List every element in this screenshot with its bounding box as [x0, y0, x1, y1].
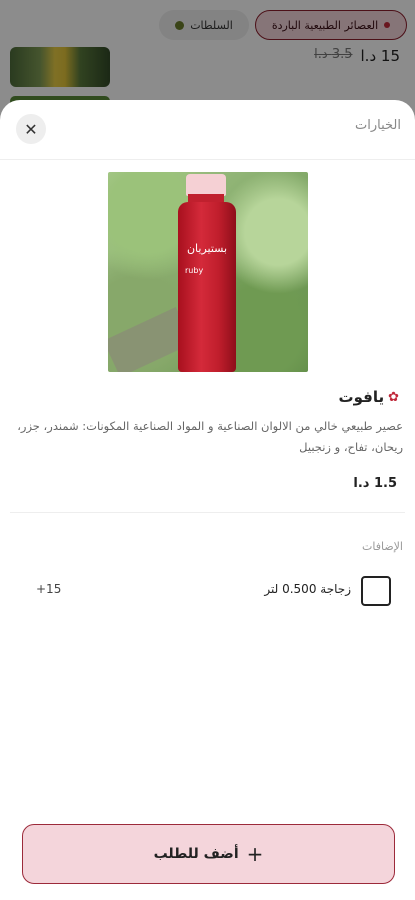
bottle-brand-text: بستيريان: [186, 242, 228, 255]
addon-checkbox[interactable]: [361, 576, 391, 606]
addon-label: زجاجة 0.500 لتر: [264, 582, 351, 596]
addons-title: الإضافات: [362, 540, 403, 553]
bottle-cap: [186, 174, 226, 196]
flower-icon: ✿: [388, 389, 399, 405]
close-button[interactable]: ✕: [16, 114, 46, 144]
product-name: ✿ يافوت: [339, 388, 399, 406]
addon-price: +15: [36, 582, 62, 596]
addon-item[interactable]: زجاجة 0.500 لتر +15: [30, 576, 391, 608]
plus-icon: +: [246, 842, 264, 866]
sheet-header: الخيارات ✕: [0, 100, 415, 160]
product-description: عصير طبيعي خالي من الالوان الصناعية و ال…: [17, 419, 403, 454]
product-price: 1.5 د.ا: [353, 476, 397, 491]
bottle-label-name: ruby: [185, 266, 204, 275]
product-name-text: يافوت: [338, 388, 385, 406]
sheet-title: الخيارات: [355, 118, 401, 133]
add-to-order-button[interactable]: + أضف للطلب: [22, 824, 395, 884]
options-sheet: الخيارات ✕ بستيريان ruby ✿ يافوت عصير طب…: [0, 100, 415, 900]
add-to-order-label: أضف للطلب: [153, 846, 239, 862]
bottle-label-text: ruby: [182, 264, 232, 334]
product-image: بستيريان ruby: [108, 172, 308, 372]
close-icon: ✕: [24, 119, 38, 139]
section-divider: [10, 512, 405, 513]
